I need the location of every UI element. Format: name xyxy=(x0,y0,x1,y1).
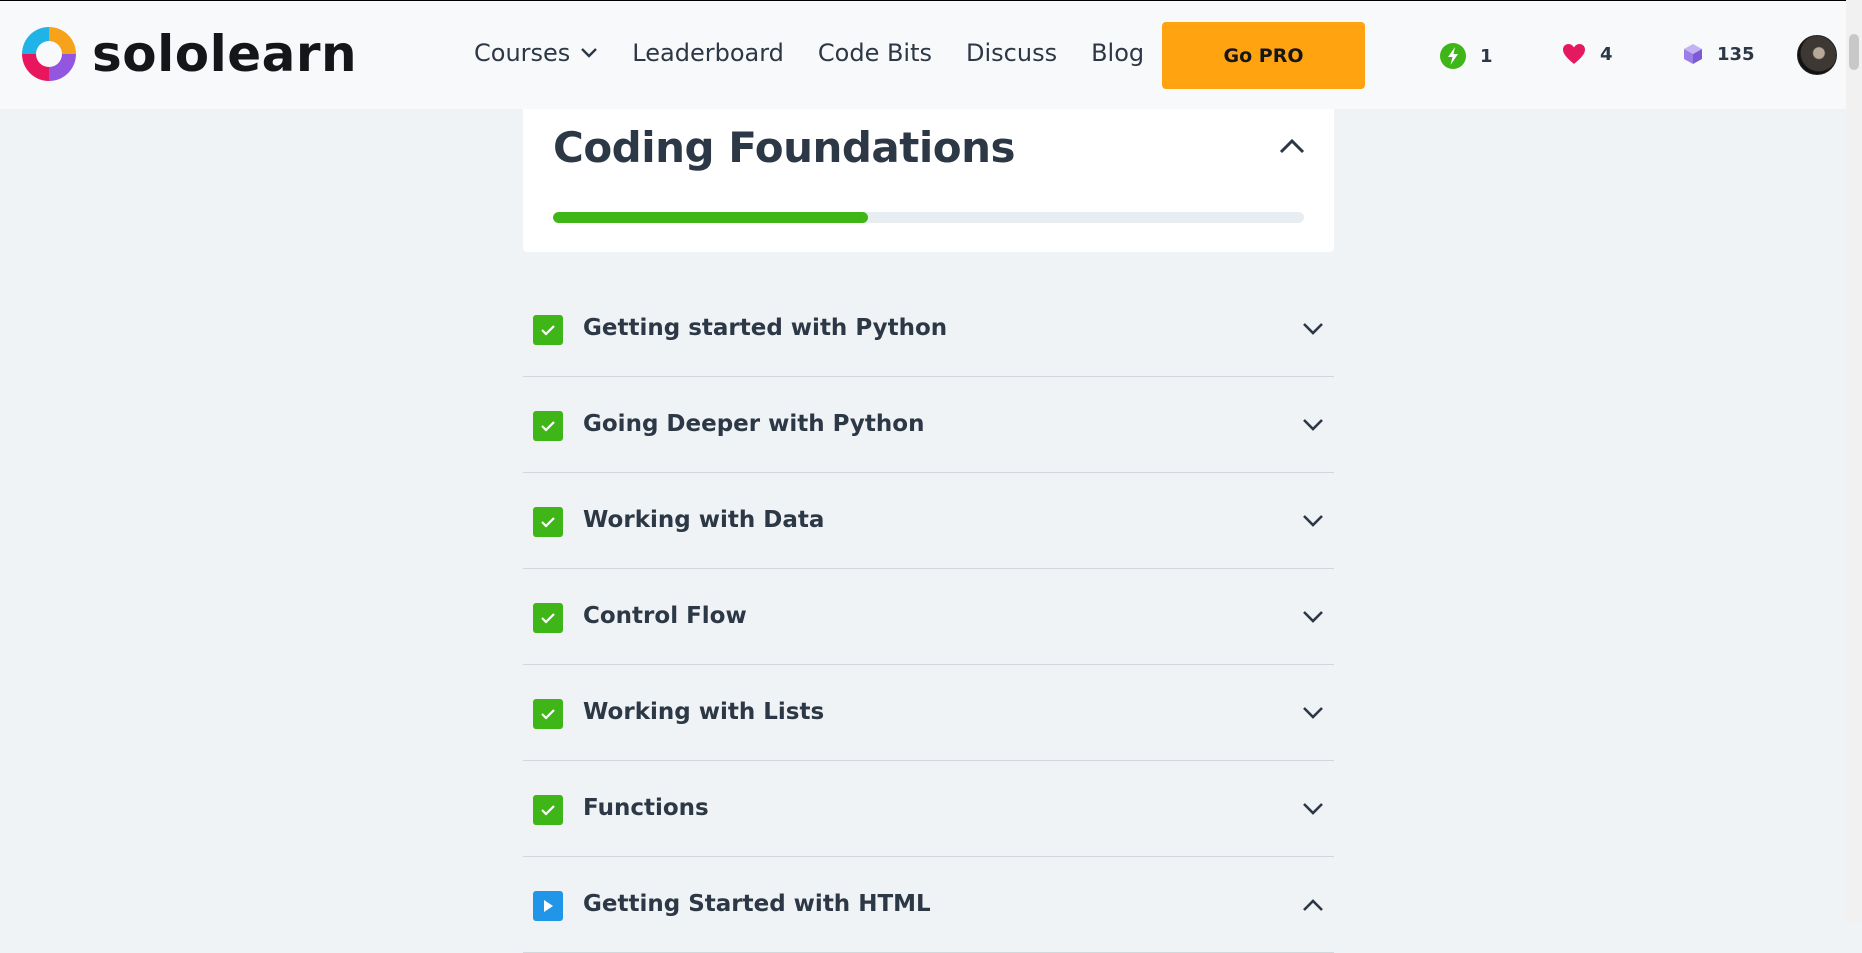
nav-discuss[interactable]: Discuss xyxy=(966,39,1057,67)
chevron-down-icon[interactable] xyxy=(1302,513,1324,532)
module-item[interactable]: Going Deeper with Python xyxy=(523,377,1334,473)
main-nav: Courses Leaderboard Code Bits Discuss Bl… xyxy=(474,39,1178,67)
module-title: Working with Lists xyxy=(583,699,825,725)
course-progress-bar xyxy=(553,212,1304,223)
module-list: Getting started with Python Going Deeper … xyxy=(523,281,1334,953)
sololearn-logo-icon xyxy=(22,27,76,81)
module-title: Functions xyxy=(583,795,709,821)
scrollbar-thumb[interactable] xyxy=(1849,34,1859,70)
user-avatar[interactable] xyxy=(1797,35,1837,75)
collapse-course-button[interactable] xyxy=(1278,137,1306,159)
course-title: Coding Foundations xyxy=(553,123,1016,172)
module-title: Control Flow xyxy=(583,603,747,629)
module-title: Going Deeper with Python xyxy=(583,411,925,437)
heart-icon xyxy=(1563,44,1585,64)
top-navigation-bar: sololearn Courses Leaderboard Code Bits … xyxy=(0,0,1862,109)
bits-counter[interactable]: 135 xyxy=(1683,43,1755,65)
bits-count: 135 xyxy=(1717,43,1755,65)
module-title: Getting Started with HTML xyxy=(583,891,931,917)
checkmark-icon xyxy=(533,603,563,633)
checkmark-icon xyxy=(533,699,563,729)
module-item[interactable]: Working with Data xyxy=(523,473,1334,569)
nav-courses-label: Courses xyxy=(474,39,571,67)
chevron-down-icon[interactable] xyxy=(1302,801,1324,820)
hearts-counter[interactable]: 4 xyxy=(1562,43,1613,65)
streak-counter[interactable]: 1 xyxy=(1440,43,1493,69)
nav-blog[interactable]: Blog xyxy=(1091,39,1144,67)
chevron-down-icon xyxy=(581,48,598,58)
course-progress-fill xyxy=(553,212,869,223)
chevron-down-icon[interactable] xyxy=(1302,321,1324,340)
page-scrollbar[interactable] xyxy=(1846,0,1862,922)
chevron-up-icon xyxy=(1279,138,1305,154)
checkmark-icon xyxy=(533,315,563,345)
module-item[interactable]: Getting Started with HTML xyxy=(523,857,1334,953)
nav-leaderboard[interactable]: Leaderboard xyxy=(632,39,784,67)
sololearn-logo[interactable]: sololearn xyxy=(18,23,357,85)
module-item[interactable]: Control Flow xyxy=(523,569,1334,665)
nav-courses[interactable]: Courses xyxy=(474,39,598,67)
lightning-streak-icon xyxy=(1440,43,1466,69)
brand-name: sololearn xyxy=(92,25,358,83)
chevron-down-icon[interactable] xyxy=(1302,705,1324,724)
course-card: Coding Foundations xyxy=(523,109,1334,252)
chevron-down-icon[interactable] xyxy=(1302,609,1324,628)
checkmark-icon xyxy=(533,795,563,825)
module-item[interactable]: Working with Lists xyxy=(523,665,1334,761)
nav-code-bits[interactable]: Code Bits xyxy=(818,39,932,67)
hearts-count: 4 xyxy=(1600,43,1613,65)
checkmark-icon xyxy=(533,507,563,537)
module-item[interactable]: Getting started with Python xyxy=(523,281,1334,377)
bits-cube-icon xyxy=(1684,44,1702,64)
checkmark-icon xyxy=(533,411,563,441)
chevron-down-icon[interactable] xyxy=(1302,417,1324,436)
module-item[interactable]: Functions xyxy=(523,761,1334,857)
module-title: Getting started with Python xyxy=(583,315,948,341)
go-pro-button[interactable]: Go PRO xyxy=(1162,22,1365,89)
play-icon xyxy=(533,891,563,921)
module-title: Working with Data xyxy=(583,507,825,533)
chevron-up-icon[interactable] xyxy=(1302,897,1324,916)
streak-count: 1 xyxy=(1480,45,1493,67)
